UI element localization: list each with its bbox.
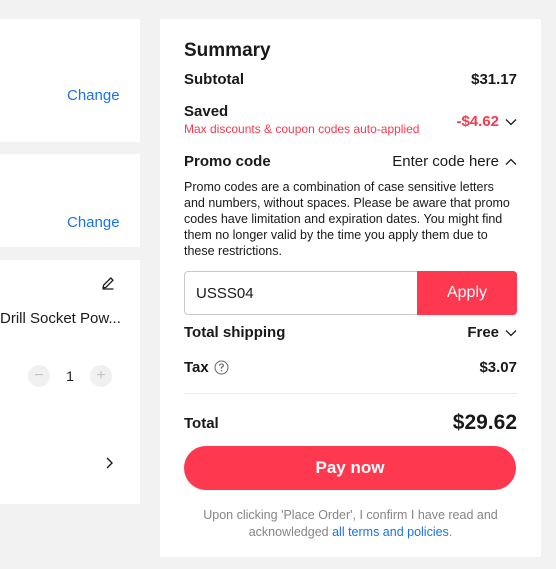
chevron-up-icon[interactable] bbox=[505, 158, 517, 166]
saved-row[interactable]: Saved Max discounts & coupon codes auto-… bbox=[184, 103, 517, 136]
promo-code-form: Apply bbox=[184, 271, 517, 315]
total-label: Total bbox=[184, 414, 219, 432]
promo-code-description: Promo codes are a combination of case se… bbox=[184, 180, 510, 258]
order-notice: Upon clicking 'Place Order', I confirm I… bbox=[184, 507, 517, 541]
change-address-link[interactable]: Change bbox=[67, 87, 120, 104]
apply-button[interactable]: Apply bbox=[417, 271, 517, 315]
edit-icon[interactable] bbox=[101, 276, 115, 290]
order-item-card: Drill Socket Pow... − 1 + bbox=[0, 260, 140, 504]
shipping-label: Total shipping bbox=[184, 324, 286, 341]
tax-label: Tax bbox=[184, 359, 209, 376]
shipping-row[interactable]: Total shipping Free bbox=[184, 324, 517, 341]
decrease-quantity-button[interactable]: − bbox=[28, 365, 50, 387]
item-title[interactable]: Drill Socket Pow... bbox=[0, 310, 140, 327]
total-row: Total $29.62 bbox=[184, 411, 517, 435]
order-summary-panel: Summary Subtotal $31.17 Saved Max discou… bbox=[160, 19, 541, 557]
enter-code-toggle[interactable]: Enter code here bbox=[392, 153, 499, 170]
subtotal-label: Subtotal bbox=[184, 71, 244, 88]
promo-code-label: Promo code bbox=[184, 153, 271, 170]
payment-method-card: Change bbox=[0, 154, 140, 247]
tax-row: Tax $3.07 bbox=[184, 359, 517, 376]
chevron-down-icon[interactable] bbox=[505, 118, 517, 126]
summary-title: Summary bbox=[184, 40, 271, 61]
change-payment-link[interactable]: Change bbox=[67, 214, 120, 231]
shipping-value: Free bbox=[467, 324, 499, 341]
tax-value: $3.07 bbox=[479, 359, 517, 376]
notice-end: . bbox=[448, 525, 453, 539]
quantity-value: 1 bbox=[66, 368, 74, 384]
subtotal-row: Subtotal $31.17 bbox=[184, 71, 517, 88]
terms-policies-link[interactable]: all terms and policies bbox=[332, 525, 449, 539]
total-value: $29.62 bbox=[452, 411, 517, 434]
promo-code-input[interactable] bbox=[184, 271, 417, 315]
subtotal-value: $31.17 bbox=[471, 71, 517, 88]
saved-note: Max discounts & coupon codes auto-applie… bbox=[184, 122, 420, 136]
shipping-address-card: Change bbox=[0, 19, 140, 142]
increase-quantity-button[interactable]: + bbox=[90, 365, 112, 387]
chevron-right-icon[interactable] bbox=[104, 457, 114, 469]
help-icon[interactable] bbox=[214, 360, 229, 375]
saved-label: Saved bbox=[184, 103, 229, 120]
pay-now-button[interactable]: Pay now bbox=[184, 446, 516, 490]
divider bbox=[184, 393, 517, 394]
saved-value: -$4.62 bbox=[456, 113, 499, 130]
quantity-stepper: − 1 + bbox=[28, 365, 112, 387]
promo-code-row[interactable]: Promo code Enter code here bbox=[184, 153, 517, 170]
chevron-down-icon[interactable] bbox=[505, 329, 517, 337]
